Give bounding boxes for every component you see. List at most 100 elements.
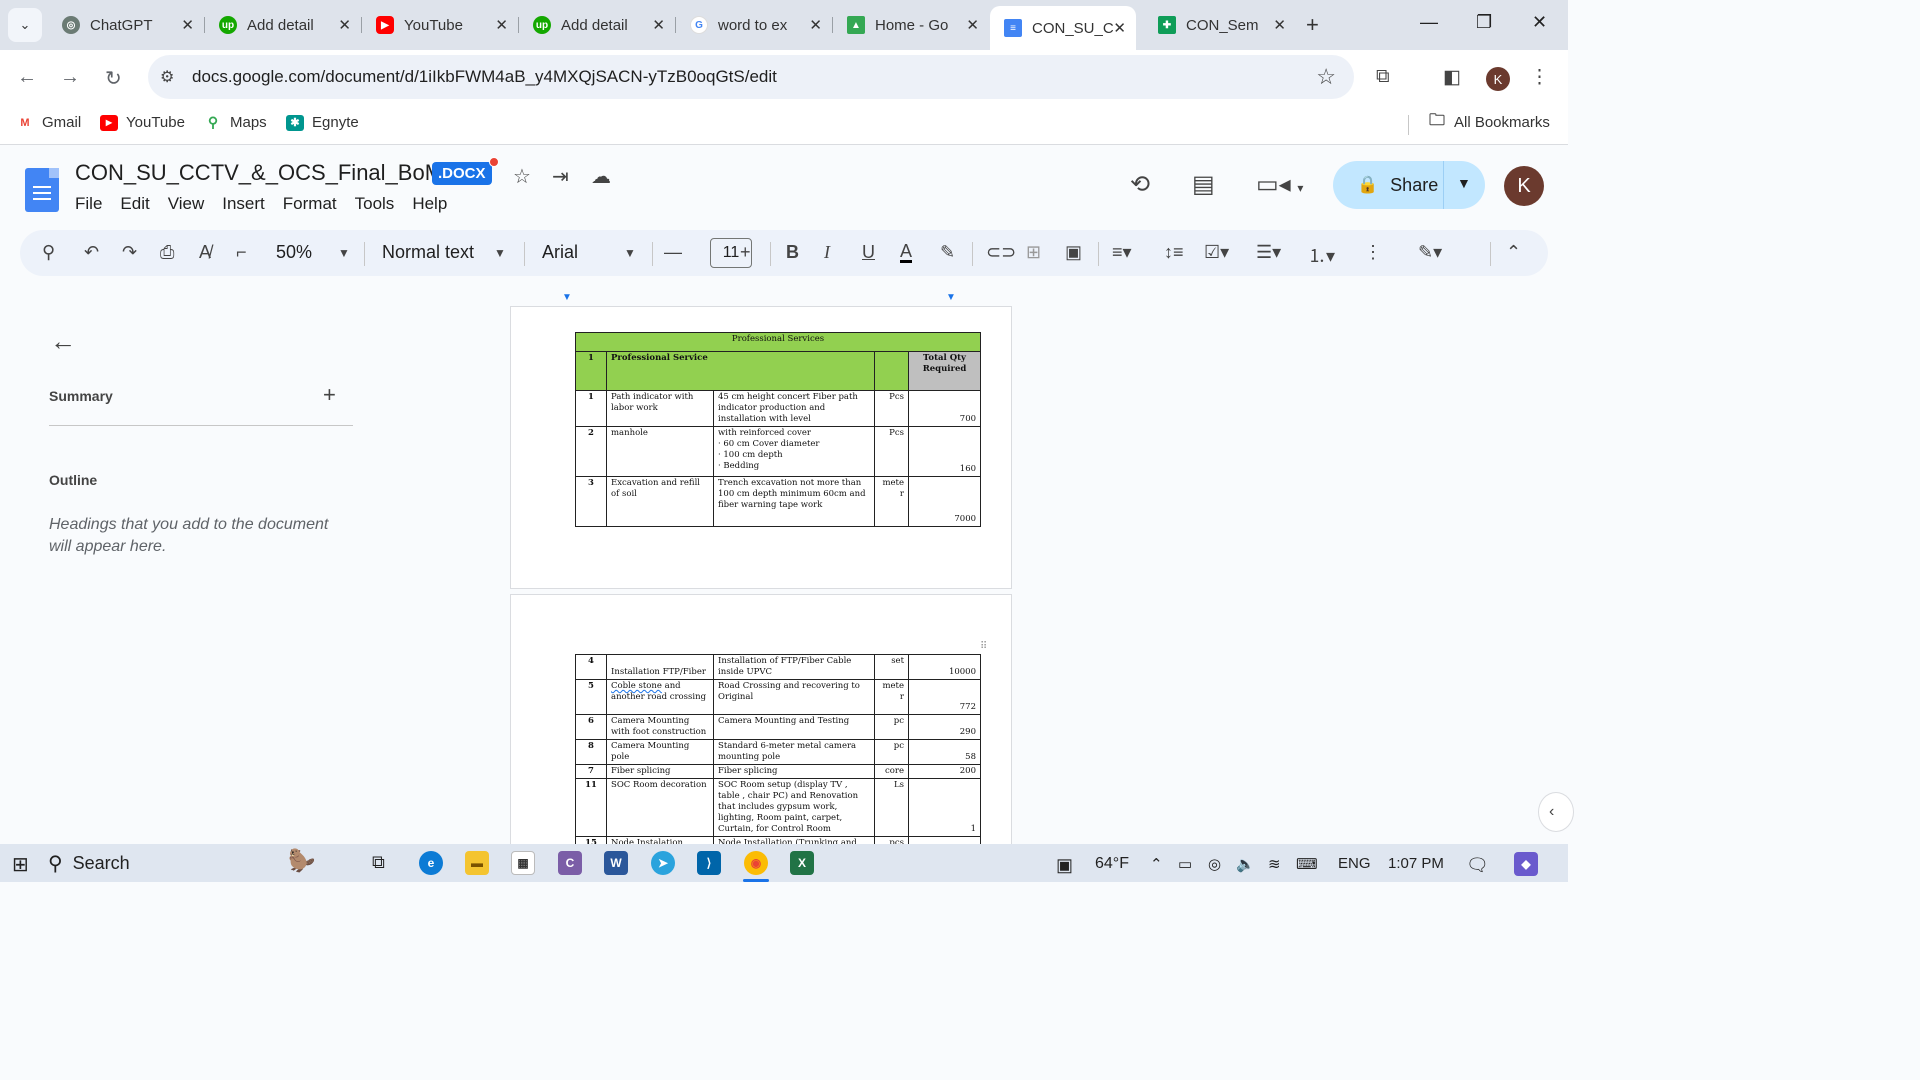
- numbered-list-icon[interactable]: ⒈▾: [1308, 242, 1335, 268]
- browser-tab[interactable]: ▲ Home - Go ✕: [833, 8, 989, 42]
- all-bookmarks-button[interactable]: 🗀 All Bookmarks: [1428, 112, 1550, 131]
- add-comment-icon[interactable]: ⊞: [1026, 242, 1041, 263]
- store-icon[interactable]: ▦: [511, 851, 535, 875]
- browser-tab[interactable]: ✚ CON_Sem ✕: [1144, 8, 1296, 42]
- highlight-icon[interactable]: ✎: [940, 242, 955, 263]
- chrome-icon[interactable]: ◉: [744, 851, 768, 875]
- menu-help[interactable]: Help: [412, 194, 447, 214]
- minimize-icon[interactable]: —: [1420, 12, 1438, 33]
- browser-tab[interactable]: ▶ YouTube ✕: [362, 8, 519, 42]
- bookmark-gmail[interactable]: M Gmail: [16, 114, 81, 131]
- keyboard-icon[interactable]: ⌨: [1296, 855, 1318, 873]
- word-icon[interactable]: W: [604, 851, 628, 875]
- url-text[interactable]: docs.google.com/document/d/1iIkbFWM4aB_y…: [192, 67, 777, 87]
- close-outline-arrow-icon[interactable]: ←: [50, 326, 76, 357]
- comments-icon[interactable]: ▤: [1192, 170, 1215, 199]
- forward-arrow-icon[interactable]: →: [60, 66, 80, 89]
- cloud-status-icon[interactable]: ☁: [591, 164, 611, 189]
- weather-temp[interactable]: 64°F: [1095, 855, 1129, 873]
- document-title[interactable]: CON_SU_CCTV_&_OCS_Final_BoM: [75, 160, 443, 186]
- print-icon[interactable]: ⎙: [160, 242, 174, 263]
- share-button[interactable]: 🔒 Share ▼: [1333, 161, 1485, 209]
- add-summary-plus-icon[interactable]: +: [323, 382, 336, 408]
- edge-icon[interactable]: e: [419, 851, 443, 875]
- close-tab-icon[interactable]: ✕: [809, 16, 822, 34]
- battery-icon[interactable]: ▭: [1178, 855, 1192, 873]
- undo-icon[interactable]: ↶: [84, 242, 99, 263]
- horizontal-ruler[interactable]: ▼ ▼: [510, 292, 1012, 306]
- bold-icon[interactable]: B: [786, 242, 799, 263]
- notifications-icon[interactable]: 🗨: [1466, 855, 1489, 876]
- insert-image-icon[interactable]: ▣: [1065, 242, 1082, 263]
- copilot-icon[interactable]: ◆: [1514, 852, 1538, 876]
- menu-insert[interactable]: Insert: [222, 194, 265, 214]
- new-tab-plus-icon[interactable]: +: [1306, 12, 1319, 38]
- browser-tab[interactable]: up Add detail ✕: [519, 8, 676, 42]
- more-options-icon[interactable]: ⋮: [1364, 242, 1382, 263]
- zoom-select[interactable]: 50%: [276, 242, 312, 263]
- left-indent-marker-icon[interactable]: ▼: [562, 292, 572, 303]
- app-c-icon[interactable]: C: [558, 851, 582, 875]
- file-explorer-icon[interactable]: ▬: [465, 851, 489, 875]
- extensions-icon[interactable]: ⧉: [1376, 66, 1390, 88]
- style-dropdown-icon[interactable]: ▼: [494, 246, 506, 260]
- font-select[interactable]: Arial: [542, 242, 578, 263]
- bulleted-list-icon[interactable]: ☰▾: [1256, 242, 1281, 263]
- docs-logo-icon[interactable]: [25, 168, 59, 212]
- meet-now-icon[interactable]: ◎: [1208, 855, 1221, 873]
- vscode-icon[interactable]: ⟩: [697, 851, 721, 875]
- menu-tools[interactable]: Tools: [355, 194, 395, 214]
- close-tab-icon[interactable]: ✕: [495, 16, 508, 34]
- account-avatar[interactable]: K: [1504, 166, 1544, 206]
- wifi-icon[interactable]: ≋: [1268, 855, 1281, 873]
- editing-mode-icon[interactable]: ✎▾: [1418, 242, 1442, 263]
- tab-search-chevron-icon[interactable]: ⌄: [8, 8, 42, 42]
- star-icon[interactable]: ☆: [513, 164, 531, 189]
- side-panel-chevron-icon[interactable]: ‹: [1538, 792, 1574, 832]
- insert-link-icon[interactable]: ⊂⊃: [986, 242, 1016, 263]
- right-indent-marker-icon[interactable]: ▼: [946, 292, 956, 303]
- share-dropdown-icon[interactable]: ▼: [1457, 175, 1471, 191]
- browser-profile-avatar[interactable]: K: [1486, 67, 1510, 91]
- close-tab-icon[interactable]: ✕: [652, 16, 665, 34]
- docx-badge[interactable]: .DOCX: [432, 162, 492, 185]
- underline-icon[interactable]: U: [862, 242, 875, 263]
- menu-file[interactable]: File: [75, 194, 102, 214]
- increase-font-size-icon[interactable]: +: [740, 242, 751, 263]
- redo-icon[interactable]: ↷: [122, 242, 137, 263]
- paint-format-icon[interactable]: ⌐: [236, 242, 247, 263]
- search-menus-icon[interactable]: ⚲: [42, 242, 55, 263]
- telegram-icon[interactable]: ➤: [651, 851, 675, 875]
- restore-icon[interactable]: ❐: [1476, 12, 1492, 33]
- task-view-icon[interactable]: ⧉: [372, 852, 385, 873]
- volume-icon[interactable]: 🔈: [1236, 855, 1255, 873]
- align-icon[interactable]: ≡▾: [1112, 242, 1132, 263]
- close-tab-icon[interactable]: ✕: [1113, 19, 1126, 37]
- close-tab-icon[interactable]: ✕: [338, 16, 351, 34]
- back-arrow-icon[interactable]: ←: [17, 66, 37, 89]
- clock-time[interactable]: 1:07 PM: [1388, 855, 1444, 872]
- windows-start-icon[interactable]: ⊞: [12, 852, 29, 877]
- input-language[interactable]: ENG: [1338, 855, 1371, 872]
- tray-chevron-icon[interactable]: ⌃: [1150, 855, 1163, 873]
- bookmark-star-icon[interactable]: ☆: [1316, 64, 1336, 90]
- meet-camera-icon[interactable]: ▭◂ ▾: [1256, 170, 1303, 199]
- side-panel-icon[interactable]: ◧: [1443, 66, 1461, 89]
- decrease-font-size-icon[interactable]: —: [664, 242, 682, 263]
- style-select[interactable]: Normal text: [382, 242, 474, 263]
- bookmark-youtube[interactable]: ▶ YouTube: [100, 114, 185, 131]
- menu-format[interactable]: Format: [283, 194, 337, 214]
- font-dropdown-icon[interactable]: ▼: [624, 246, 636, 260]
- move-folder-icon[interactable]: ⇥: [552, 164, 569, 189]
- line-spacing-icon[interactable]: ↕≡: [1164, 242, 1184, 263]
- browser-tab-active[interactable]: ≡ CON_SU_C ✕: [990, 6, 1136, 50]
- bookmark-egnyte[interactable]: ✱ Egnyte: [286, 114, 359, 131]
- close-tab-icon[interactable]: ✕: [1273, 16, 1286, 34]
- weather-icon[interactable]: ▣: [1056, 855, 1073, 876]
- close-tab-icon[interactable]: ✕: [966, 16, 979, 34]
- address-bar[interactable]: ⚙ docs.google.com/document/d/1iIkbFWM4aB…: [148, 55, 1354, 99]
- text-color-icon[interactable]: A: [900, 242, 913, 263]
- italic-icon[interactable]: I: [824, 242, 830, 263]
- browser-tab[interactable]: ◎ ChatGPT ✕: [48, 8, 205, 42]
- checklist-icon[interactable]: ☑▾: [1204, 242, 1229, 263]
